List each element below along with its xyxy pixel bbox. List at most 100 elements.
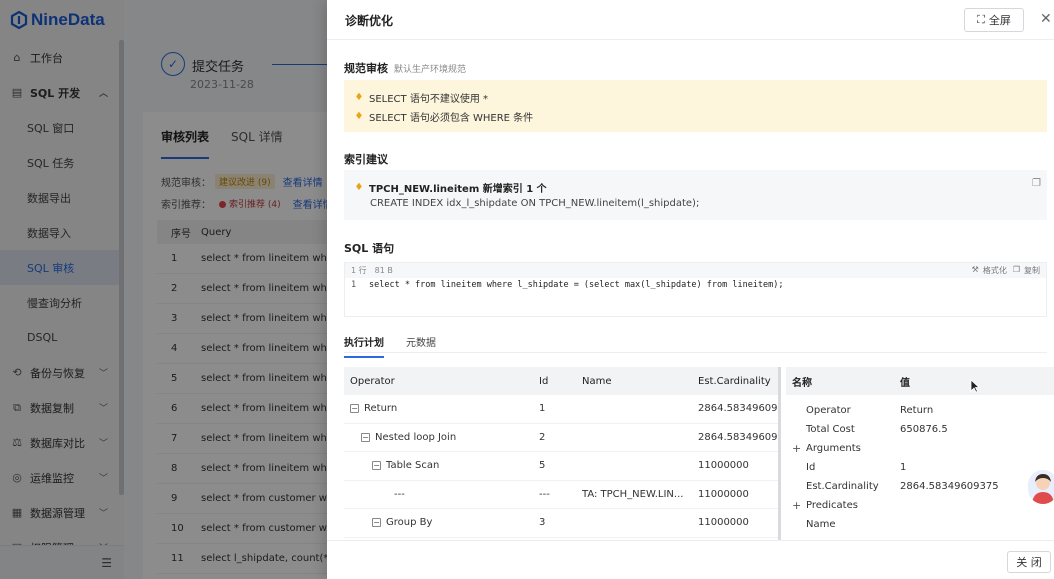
plan-row[interactable]: −Nested loop Join22864.58349609375: [344, 424, 778, 452]
operator-name: Return: [364, 403, 398, 415]
diagnose-drawer: 诊断优化 ⛶ 全屏 ✕ 规范审核 默认生产环境规范 ♦ SELECT 语句不建议使用…: [327, 0, 1054, 579]
copy-sql-button[interactable]: 复制: [1024, 265, 1040, 276]
plan-id: 2: [539, 431, 546, 443]
expand-icon[interactable]: +: [792, 499, 806, 512]
format-icon: ⚒: [971, 265, 979, 274]
plan-id: 1: [539, 403, 546, 415]
prop-name-cell: Id: [786, 462, 900, 473]
operator-name: ---: [394, 488, 405, 500]
prop-row[interactable]: + Arguments: [786, 439, 1054, 458]
plan-id: 5: [539, 460, 546, 472]
close-icon[interactable]: ✕: [1040, 11, 1052, 27]
tab-execution-plan[interactable]: 执行计划: [344, 334, 384, 358]
format-button[interactable]: 格式化: [983, 265, 1007, 276]
index-box: ♦ TPCH_NEW.lineitem 新增索引 1 个 CREATE INDEX…: [344, 170, 1047, 220]
prop-row: Est.Cardinality 2864.58349609375: [786, 477, 1054, 496]
sql-editor-toolbar: 1 行 81 B ⚒ 格式化 ❐ 复制: [345, 263, 1046, 278]
panel-splitter[interactable]: [778, 367, 781, 540]
expand-icon: ⛶: [977, 13, 985, 26]
drawer-footer: 关 闭: [327, 540, 1054, 579]
col-id: Id: [539, 375, 549, 387]
prop-name-cell: Operator: [786, 405, 900, 416]
plan-operator: − Table Scan: [344, 460, 539, 471]
bulb-icon: ♦: [354, 111, 364, 122]
plan-cardinality: 11000000: [698, 460, 749, 472]
plan-cardinality: 2864.58349609375: [698, 403, 778, 415]
plan-cardinality: 11000000: [698, 488, 749, 500]
prop-value: 650876.5: [900, 424, 948, 435]
operator-name: Nested loop Join: [375, 431, 457, 443]
plan-row[interactable]: − Group By 3 11000000: [344, 509, 778, 538]
modal-mask[interactable]: [124, 0, 327, 579]
plan-row[interactable]: − Table Scan 5 11000000: [344, 452, 778, 481]
plan-operator: − Return: [344, 403, 539, 414]
index-section-title: 索引建议: [344, 153, 388, 166]
plan-row[interactable]: --- --- TA: TPCH_NEW.LIN... 11000000: [344, 481, 778, 509]
sql-code: select * from lineitem where l_shipdate …: [369, 280, 784, 290]
prop-value: 1: [900, 462, 907, 473]
properties-table: 名称 值 Operator Return Total Cost 650876.5 + Ar…: [786, 367, 1054, 540]
sql-size: 81 B: [374, 266, 393, 275]
prop-name: Predicates: [806, 500, 858, 511]
prop-name-cell: Est.Cardinality: [786, 481, 900, 492]
tabs-divider: [344, 352, 1047, 353]
modal-mask-sidebar[interactable]: [0, 0, 124, 579]
prop-name: Id: [806, 462, 816, 473]
plan-id: 3: [539, 517, 546, 529]
plan-operator: ---: [344, 489, 539, 500]
plan-header: Operator Id Name Est.Cardinality: [344, 367, 778, 395]
mouse-cursor-icon: [970, 379, 980, 393]
rule-item: ♦ SELECT 语句不建议使用 *: [354, 88, 1037, 107]
plan-cardinality: 11000000: [698, 517, 749, 529]
rule-text: SELECT 语句不建议使用 *: [369, 94, 489, 105]
rule-section-title: 规范审核 默认生产环境规范: [344, 60, 466, 76]
prop-row: Name: [786, 515, 1054, 534]
line-number: 1: [351, 280, 357, 290]
prop-row[interactable]: + Predicates: [786, 496, 1054, 515]
line-count: 1 行: [351, 266, 367, 275]
prop-name-cell: Name: [786, 519, 900, 530]
col-cardinality: Est.Cardinality: [698, 375, 771, 387]
collapse-icon[interactable]: −: [350, 404, 359, 414]
col-prop-name: 名称: [792, 377, 812, 389]
index-headline-text: TPCH_NEW.lineitem 新增索引 1 个: [369, 184, 547, 195]
expand-icon[interactable]: +: [792, 442, 806, 455]
plan-cardinality: 2864.58349609375: [698, 431, 778, 443]
bulb-icon: ♦: [354, 182, 364, 193]
collapse-icon[interactable]: −: [372, 461, 381, 471]
rule-box: ♦ SELECT 语句不建议使用 * ♦ SELECT 语句必须包含 WHERE 条…: [344, 80, 1047, 132]
prop-name-cell: + Arguments: [786, 442, 900, 455]
execution-plan-table: Operator Id Name Est.Cardinality − Return…: [344, 367, 778, 540]
plan-id: ---: [539, 488, 550, 500]
assistant-avatar-icon[interactable]: [1028, 470, 1054, 504]
index-statement: CREATE INDEX idx_l_shipdate ON TPCH_NEW.…: [370, 198, 700, 209]
prop-value: Return: [900, 405, 934, 416]
collapse-icon[interactable]: −: [372, 518, 381, 528]
index-headline: ♦ TPCH_NEW.lineitem 新增索引 1 个: [354, 180, 1037, 195]
tab-metadata[interactable]: 元数据: [406, 334, 436, 358]
col-operator: Operator: [350, 375, 395, 387]
collapse-icon[interactable]: −: [361, 432, 370, 442]
sql-section-title: SQL 语句: [344, 242, 395, 255]
plan-operator: − Nested loop Join: [344, 432, 539, 443]
plan-row[interactable]: −Return12864.58349609375: [344, 395, 778, 424]
rule-text: SELECT 语句必须包含 WHERE 条件: [369, 113, 534, 124]
prop-name: Est.Cardinality: [806, 481, 879, 492]
col-name: Name: [582, 375, 612, 387]
prop-row: Id 1: [786, 458, 1054, 477]
close-button[interactable]: 关 闭: [1007, 551, 1051, 573]
sql-code-area[interactable]: 1 select * from lineitem where l_shipdat…: [345, 278, 1046, 316]
rule-title: 规范审核: [344, 62, 388, 75]
drawer-header: 诊断优化 ⛶ 全屏 ✕: [327, 0, 1054, 40]
prop-name-cell: Total Cost: [786, 424, 900, 435]
operator-name: Group By: [386, 517, 433, 529]
copy-sql-icon: ❐: [1012, 265, 1020, 274]
prop-row: Operator Return: [786, 401, 1054, 420]
prop-name-cell: + Predicates: [786, 499, 900, 512]
fullscreen-label: 全屏: [988, 14, 1011, 27]
copy-icon[interactable]: ❐: [1032, 178, 1041, 189]
operator-name: Table Scan: [386, 460, 440, 472]
fullscreen-button[interactable]: ⛶ 全屏: [964, 8, 1024, 32]
plan-operator: − Group By: [344, 517, 539, 528]
prop-name: Total Cost: [806, 424, 855, 435]
